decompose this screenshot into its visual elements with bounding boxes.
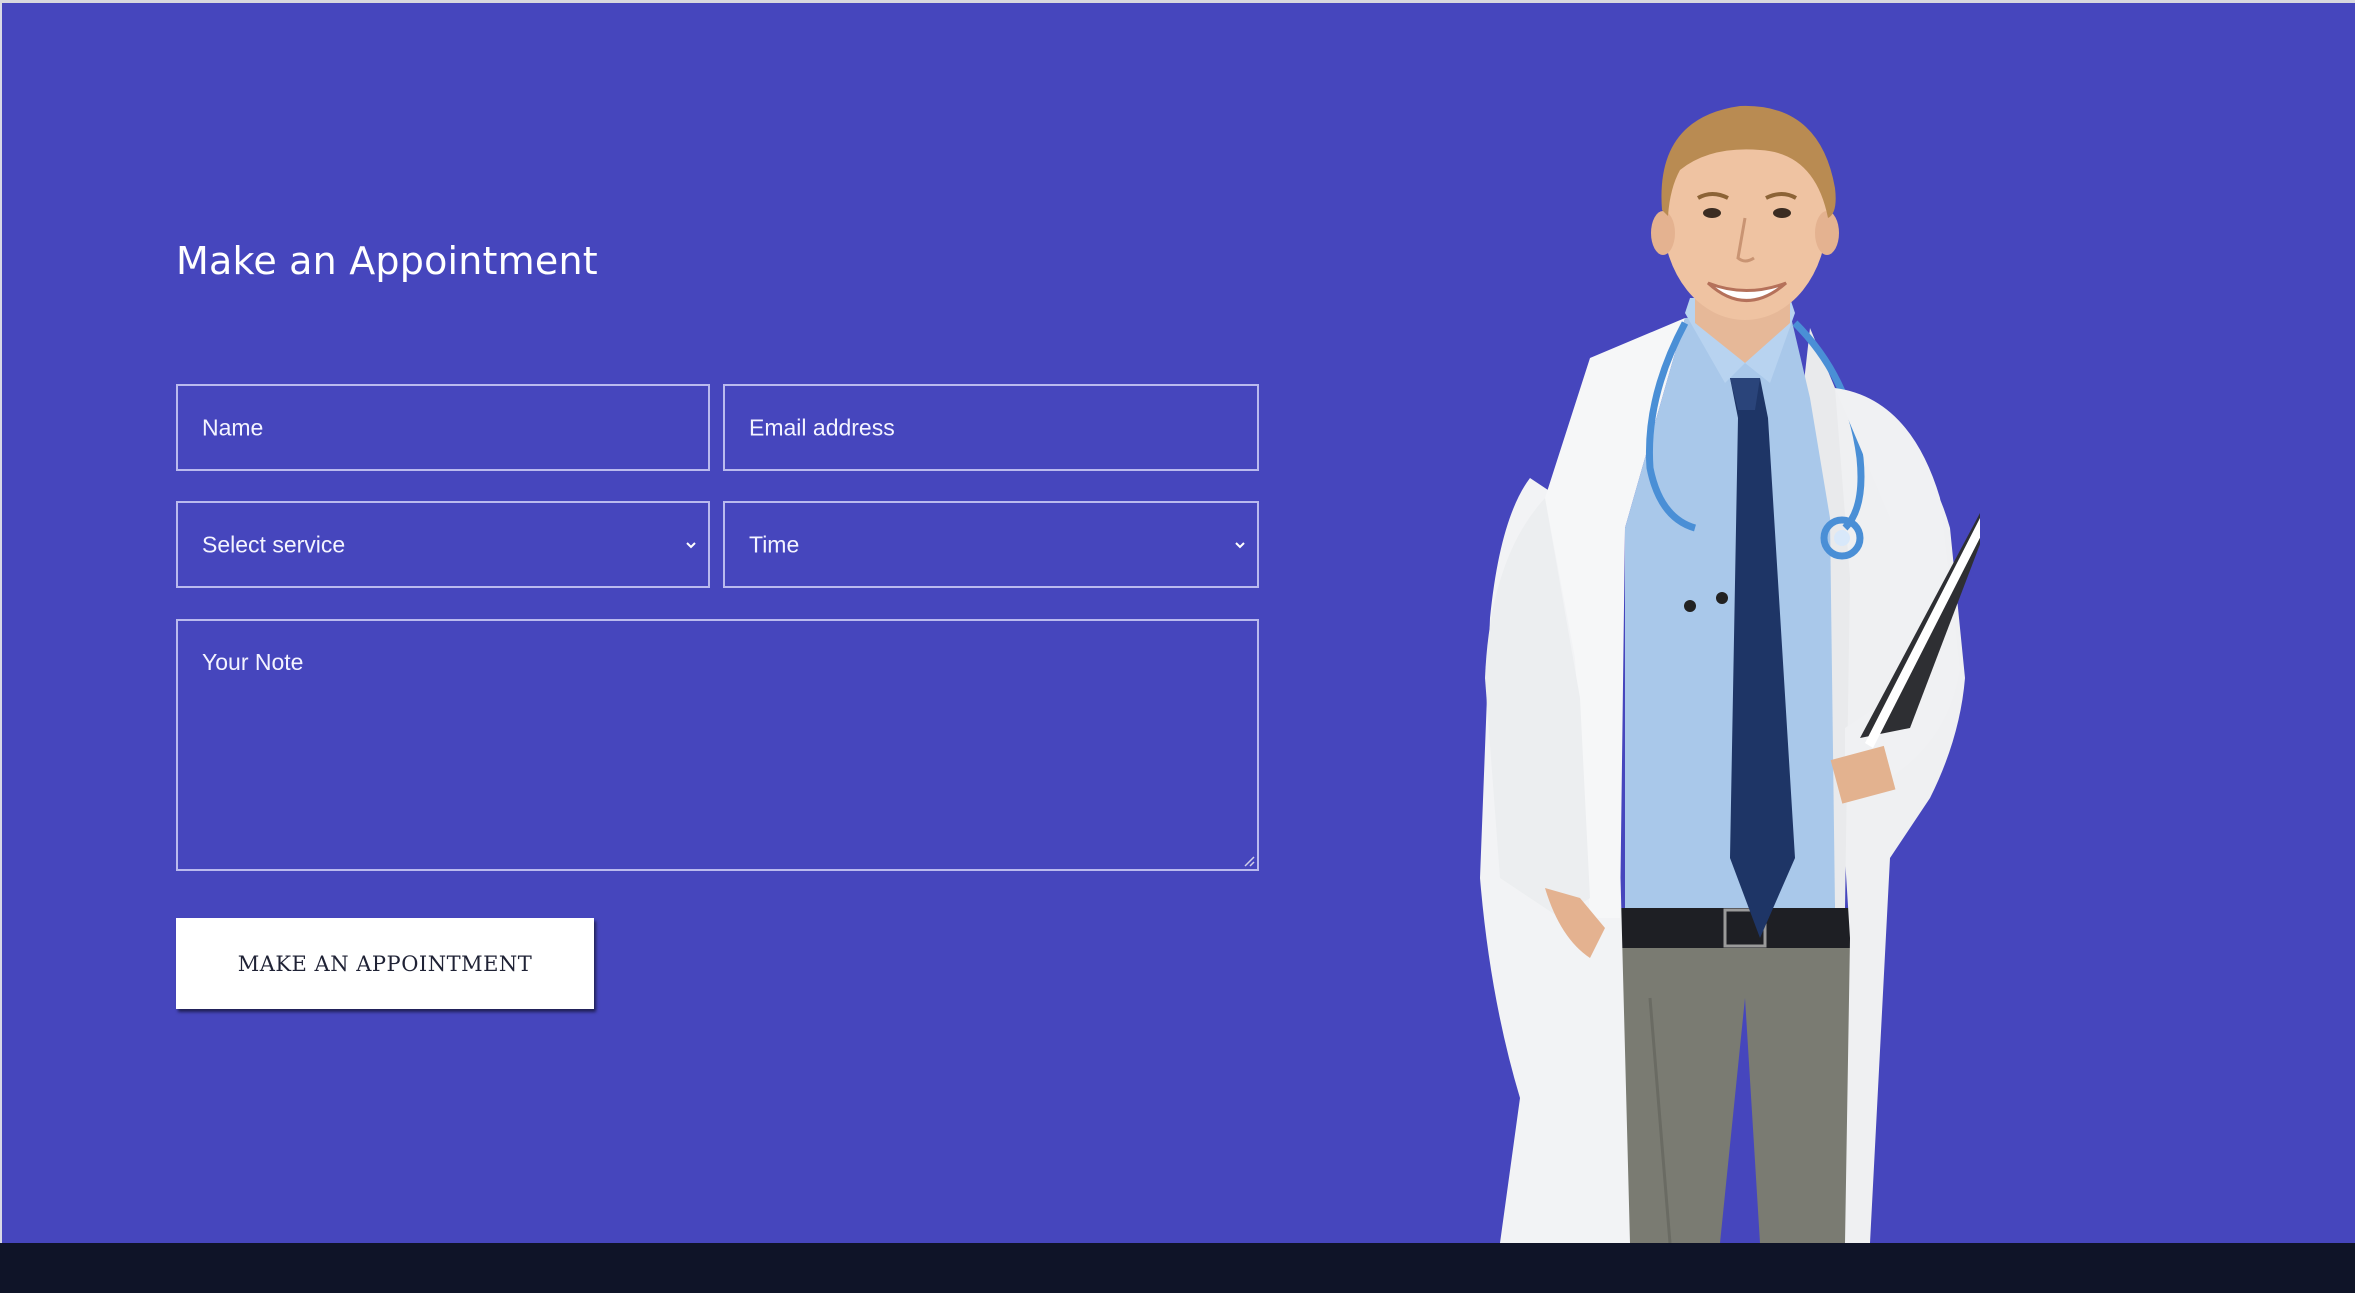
chevron-down-icon [1235,541,1245,548]
chevron-down-icon [686,541,696,548]
time-select[interactable]: Time [723,501,1259,588]
make-appointment-button[interactable]: MAKE AN APPOINTMENT [176,918,594,1009]
left-edge-line [0,3,2,1243]
service-select[interactable]: Select service [176,501,710,588]
email-input[interactable]: Email address [723,384,1259,471]
appointment-section: Make an Appointment Name Email address S… [0,0,2355,1293]
service-selected-value: Select service [202,531,346,557]
email-placeholder: Email address [749,414,895,440]
page-title: Make an Appointment [176,239,598,283]
resize-grip-icon[interactable] [1241,853,1255,867]
footer-bar [0,1243,2355,1293]
time-selected-value: Time [749,531,800,557]
name-placeholder: Name [202,414,264,440]
note-placeholder: Your Note [202,649,304,675]
doctor-image [1480,105,1980,1243]
top-accent-marker [656,0,678,3]
note-textarea[interactable]: Your Note [176,619,1259,871]
name-input[interactable]: Name [176,384,710,471]
